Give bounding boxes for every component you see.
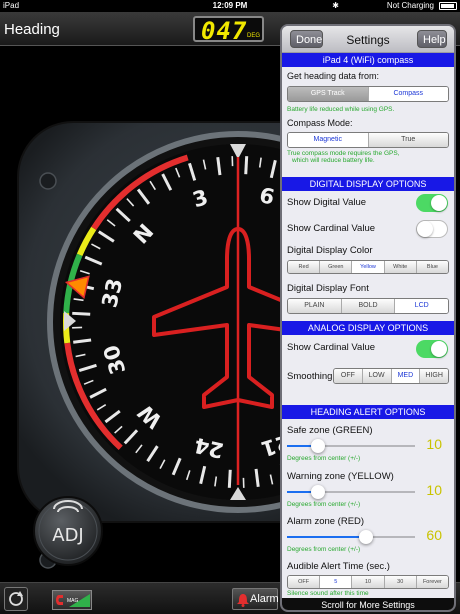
toggle-knob bbox=[417, 221, 433, 237]
segment-option-30[interactable]: 30 bbox=[384, 576, 417, 588]
digital-font-segmented: PLAIN BOLD LCD bbox=[287, 298, 449, 314]
warning-zone-value: 10 bbox=[426, 482, 442, 498]
warning-zone-hint: Degrees from center (+/-) bbox=[287, 501, 361, 508]
heading-unit: DEG bbox=[246, 33, 260, 39]
analog-options-header: ANALOG DISPLAY OPTIONS bbox=[282, 321, 454, 335]
segment-option-white[interactable]: White bbox=[384, 261, 417, 273]
slider-knob[interactable] bbox=[310, 439, 325, 453]
segment-option-10[interactable]: 10 bbox=[352, 576, 385, 588]
bluetooth-icon: ✱ bbox=[332, 1, 339, 10]
charging-status: Not Charging bbox=[386, 1, 434, 10]
safe-zone-label: Safe zone (GREEN) bbox=[287, 425, 373, 436]
slider-knob[interactable] bbox=[310, 485, 325, 499]
show-cardinal-digital-label: Show Cardinal Value bbox=[287, 223, 376, 234]
segment-option-compass[interactable]: Compass bbox=[368, 87, 448, 101]
heading-source-hint: Battery life reduced while using GPS. bbox=[287, 106, 395, 113]
show-cardinal-digital-toggle[interactable] bbox=[416, 220, 448, 238]
mag-label: MAG bbox=[67, 598, 79, 604]
show-digital-value-label: Show Digital Value bbox=[287, 197, 367, 208]
slider-knob[interactable] bbox=[359, 530, 374, 544]
digital-heading-display: 047 DEG bbox=[193, 16, 264, 45]
compass-mode-hint-2: which will reduce battery life. bbox=[292, 157, 375, 164]
safe-zone-hint: Degrees from center (+/-) bbox=[287, 455, 361, 462]
segment-option-blue[interactable]: Blue bbox=[416, 261, 448, 273]
segment-option-plain[interactable]: PLAIN bbox=[288, 299, 342, 313]
warning-zone-slider[interactable] bbox=[287, 485, 415, 499]
toggle-knob bbox=[431, 195, 447, 211]
segment-option-gps-track[interactable]: GPS Track bbox=[288, 87, 369, 101]
compass-mode-hint-1: True compass mode requires the GPS, bbox=[287, 150, 400, 157]
segment-option-5[interactable]: 5 bbox=[320, 576, 353, 588]
audible-alert-label: Audible Alert Time (sec.) bbox=[287, 561, 390, 572]
slider-fill bbox=[287, 536, 367, 538]
segment-option-off[interactable]: OFF bbox=[288, 576, 321, 588]
digital-font-label: Digital Display Font bbox=[287, 283, 369, 294]
segment-option-low[interactable]: LOW bbox=[362, 369, 392, 383]
alarm-zone-slider[interactable] bbox=[287, 530, 415, 544]
device-header: iPad 4 (WiFi) compass bbox=[282, 53, 454, 67]
digital-color-segmented: Red Green Yellow White Blue bbox=[287, 260, 449, 274]
battery-icon bbox=[439, 2, 457, 10]
app-root: iPad 12:09 PM ✱ Not Charging Heading 047… bbox=[0, 0, 460, 614]
segment-option-magnetic[interactable]: Magnetic bbox=[288, 133, 369, 147]
scroll-more-footer[interactable]: Scroll for More Settings bbox=[282, 598, 454, 610]
segment-option-bold[interactable]: BOLD bbox=[341, 299, 396, 313]
safe-zone-value: 10 bbox=[426, 436, 442, 452]
smoothing-segmented: OFF LOW MED HIGH bbox=[333, 368, 449, 384]
show-cardinal-analog-label: Show Cardinal Value bbox=[287, 342, 376, 353]
segment-option-red[interactable]: Red bbox=[288, 261, 321, 273]
show-digital-value-toggle[interactable] bbox=[416, 194, 448, 212]
segment-option-true[interactable]: True bbox=[368, 133, 448, 147]
compass-mode-segmented: Magnetic True bbox=[287, 132, 449, 148]
heading-source-segmented: GPS Track Compass bbox=[287, 86, 449, 102]
digital-color-label: Digital Display Color bbox=[287, 245, 373, 256]
smoothing-label: Smoothing bbox=[287, 371, 333, 382]
compass-tick bbox=[72, 311, 91, 316]
alarm-button[interactable]: Alarm bbox=[232, 588, 279, 610]
alarm-bell-icon bbox=[237, 594, 249, 607]
show-cardinal-analog-toggle[interactable] bbox=[416, 340, 448, 358]
refresh-button[interactable] bbox=[4, 587, 28, 611]
alert-options-header: HEADING ALERT OPTIONS bbox=[282, 405, 454, 419]
settings-header: Done Settings Help bbox=[282, 26, 454, 53]
audible-alert-hint: Silence sound after this time bbox=[287, 590, 369, 597]
compass-tick bbox=[227, 469, 232, 488]
alarm-zone-hint: Degrees from center (+/-) bbox=[287, 546, 361, 553]
alarm-label: Alarm bbox=[250, 593, 279, 605]
compass-tick bbox=[244, 156, 249, 175]
status-bar: iPad 12:09 PM ✱ Not Charging bbox=[0, 0, 460, 12]
settings-content: iPad 4 (WiFi) compass Get heading data f… bbox=[282, 53, 454, 598]
audible-alert-segmented: OFF 5 10 30 Forever bbox=[287, 575, 449, 589]
segment-option-green[interactable]: Green bbox=[320, 261, 353, 273]
compass-mode-label: Compass Mode: bbox=[287, 118, 353, 128]
heading-value: 047 bbox=[201, 17, 248, 45]
warning-zone-label: Warning zone (YELLOW) bbox=[287, 471, 394, 482]
settings-panel: Done Settings Help iPad 4 (WiFi) compass… bbox=[280, 24, 456, 612]
heading-source-label: Get heading data from: bbox=[287, 71, 380, 81]
adj-knob-button[interactable]: ADJ bbox=[33, 496, 103, 566]
safe-zone-slider[interactable] bbox=[287, 439, 415, 453]
toggle-knob bbox=[431, 341, 447, 357]
segment-option-med[interactable]: MED bbox=[391, 369, 421, 383]
segment-option-high[interactable]: HIGH bbox=[420, 369, 448, 383]
page-title: Heading bbox=[4, 21, 60, 38]
alarm-zone-label: Alarm zone (RED) bbox=[287, 516, 365, 527]
segment-option-off[interactable]: OFF bbox=[334, 369, 363, 383]
segment-option-forever[interactable]: Forever bbox=[416, 576, 448, 588]
magnetic-mode-button[interactable]: MAG bbox=[52, 590, 92, 610]
help-button[interactable]: Help bbox=[417, 30, 447, 48]
segment-option-yellow[interactable]: Yellow bbox=[352, 261, 385, 273]
refresh-icon bbox=[9, 591, 23, 606]
segment-option-lcd[interactable]: LCD bbox=[395, 299, 448, 313]
digital-options-header: DIGITAL DISPLAY OPTIONS bbox=[282, 177, 454, 191]
alarm-zone-value: 60 bbox=[426, 527, 442, 543]
adj-label: ADJ bbox=[52, 525, 83, 546]
